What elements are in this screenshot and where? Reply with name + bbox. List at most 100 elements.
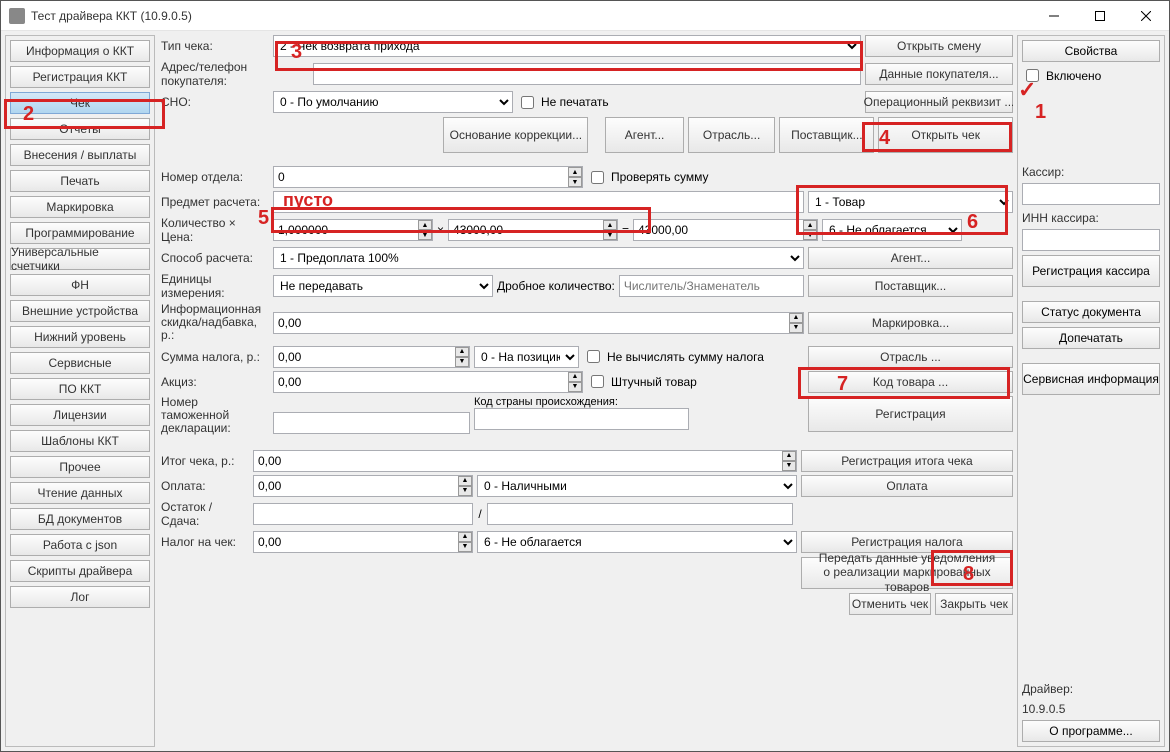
label-customs: Номер таможенной декларации:: [159, 396, 269, 436]
label-cashier-inn: ИНН кассира:: [1022, 211, 1160, 225]
nav-print[interactable]: Печать: [10, 170, 150, 192]
no-calc-tax-checkbox[interactable]: Не вычислять сумму налога: [583, 347, 764, 366]
close-check-button[interactable]: Закрыть чек: [935, 593, 1013, 615]
maximize-button[interactable]: [1077, 1, 1123, 31]
check-sum-checkbox[interactable]: Проверять сумму: [587, 168, 709, 187]
nav-marking[interactable]: Маркировка: [10, 196, 150, 218]
tax-pos-select[interactable]: 0 - На позицию: [474, 346, 579, 368]
nav-licenses[interactable]: Лицензии: [10, 404, 150, 426]
minimize-button[interactable]: [1031, 1, 1077, 31]
no-print-checkbox[interactable]: Не печатать: [517, 93, 609, 112]
cashier-input[interactable]: [1022, 183, 1160, 205]
reg-tax-button[interactable]: Регистрация налога: [801, 531, 1013, 553]
agent-button[interactable]: Агент...: [605, 117, 684, 153]
reg-total-button[interactable]: Регистрация итога чека: [801, 450, 1013, 472]
marking-button[interactable]: Маркировка...: [808, 312, 1013, 334]
driver-version: 10.9.0.5: [1022, 702, 1160, 716]
tax-sum-input[interactable]: [273, 346, 470, 368]
nav-fn[interactable]: ФН: [10, 274, 150, 296]
check-type-select[interactable]: 2 - Чек возврата прихода: [273, 35, 861, 57]
nav-info-kkt[interactable]: Информация о ККТ: [10, 40, 150, 62]
label-check-tax: Налог на чек:: [159, 535, 249, 549]
buyer-data-button[interactable]: Данные покупателя...: [865, 63, 1013, 85]
nav-log[interactable]: Лог: [10, 586, 150, 608]
buyer-addr-input[interactable]: [313, 63, 861, 85]
label-tax-sum: Сумма налога, р.:: [159, 350, 269, 364]
pay-type-select[interactable]: 0 - Наличными: [477, 475, 797, 497]
goods-code-button[interactable]: Код товара ...: [808, 371, 1013, 393]
nav-check[interactable]: Чек: [10, 92, 150, 114]
nav-low-level[interactable]: Нижний уровень: [10, 326, 150, 348]
check-tax-input[interactable]: [253, 531, 473, 553]
sno-select[interactable]: 0 - По умолчанию: [273, 91, 513, 113]
nav-other[interactable]: Прочее: [10, 456, 150, 478]
goods-type-select[interactable]: 1 - Товар: [808, 191, 1013, 213]
check-tax-type-select[interactable]: 6 - Не облагается: [477, 531, 797, 553]
doc-status-button[interactable]: Статус документа: [1022, 301, 1160, 323]
price-input[interactable]: [448, 219, 618, 241]
about-button[interactable]: О программе...: [1022, 720, 1160, 742]
nav-json[interactable]: Работа с json: [10, 534, 150, 556]
cancel-check-button[interactable]: Отменить чек: [849, 593, 931, 615]
supplier2-button[interactable]: Поставщик...: [808, 275, 1013, 297]
label-check-total: Итог чека, р.:: [159, 454, 249, 468]
payment-button[interactable]: Оплата: [801, 475, 1013, 497]
open-check-button[interactable]: Открыть чек: [878, 117, 1013, 153]
check-total-input[interactable]: [253, 450, 797, 472]
nav-reports[interactable]: Отчеты: [10, 118, 150, 140]
label-discount: Информационная скидка/надбавка, р.:: [159, 303, 269, 343]
nav-ext-devices[interactable]: Внешние устройства: [10, 300, 150, 322]
supplier-button[interactable]: Поставщик...: [779, 117, 874, 153]
label-units: Единицы измерения:: [159, 272, 269, 300]
print-more-button[interactable]: Допечатать: [1022, 327, 1160, 349]
nav-read-data[interactable]: Чтение данных: [10, 482, 150, 504]
label-sno: СНО:: [159, 95, 269, 109]
registration-button[interactable]: Регистрация: [808, 396, 1013, 432]
remainder2-input[interactable]: [487, 503, 793, 525]
fraction-input[interactable]: [619, 275, 804, 297]
country-code-input[interactable]: [474, 408, 689, 430]
customs-no-input[interactable]: [273, 412, 470, 434]
nav-service[interactable]: Сервисные: [10, 352, 150, 374]
label-calc-method: Способ расчета:: [159, 251, 269, 265]
app-icon: [9, 8, 25, 24]
nav-templates[interactable]: Шаблоны ККТ: [10, 430, 150, 452]
open-shift-button[interactable]: Открыть смену: [865, 35, 1013, 57]
remainder-input[interactable]: [253, 503, 473, 525]
quantity-input[interactable]: [273, 219, 433, 241]
window-title: Тест драйвера ККТ (10.9.0.5): [31, 9, 192, 23]
enabled-checkbox[interactable]: Включено: [1022, 66, 1160, 85]
tax-type-select[interactable]: 6 - Не облагается: [822, 219, 962, 241]
nav-deposits[interactable]: Внесения / выплаты: [10, 144, 150, 166]
nav-db-docs[interactable]: БД документов: [10, 508, 150, 530]
label-buyer-addr: Адрес/телефон покупателя:: [159, 60, 309, 88]
piece-goods-checkbox[interactable]: Штучный товар: [587, 372, 697, 391]
correction-reason-button[interactable]: Основание коррекции...: [443, 117, 588, 153]
industry-button[interactable]: Отрасль...: [688, 117, 775, 153]
cashier-inn-input[interactable]: [1022, 229, 1160, 251]
properties-button[interactable]: Свойства: [1022, 40, 1160, 62]
service-info-button[interactable]: Сервисная информация: [1022, 363, 1160, 395]
left-nav: Информация о ККТ Регистрация ККТ Чек Отч…: [5, 35, 155, 747]
discount-input[interactable]: [273, 312, 804, 334]
industry2-button[interactable]: Отрасль ...: [808, 346, 1013, 368]
send-marking-button[interactable]: Передать данные уведомления о реализации…: [801, 557, 1013, 589]
units-select[interactable]: Не передавать: [273, 275, 493, 297]
excise-input[interactable]: [273, 371, 583, 393]
op-requisite-button[interactable]: Операционный реквизит ...: [865, 91, 1013, 113]
agent2-button[interactable]: Агент...: [808, 247, 1013, 269]
label-check-type: Тип чека:: [159, 39, 269, 53]
nav-counters[interactable]: Универсальные счетчики: [10, 248, 150, 270]
close-button[interactable]: [1123, 1, 1169, 31]
nav-scripts[interactable]: Скрипты драйвера: [10, 560, 150, 582]
label-cashier: Кассир:: [1022, 165, 1160, 179]
result-input[interactable]: [633, 219, 818, 241]
calc-subject-input[interactable]: [273, 191, 804, 213]
payment-input[interactable]: [253, 475, 473, 497]
reg-cashier-button[interactable]: Регистрация кассира: [1022, 255, 1160, 287]
calc-method-select[interactable]: 1 - Предоплата 100%: [273, 247, 804, 269]
nav-po-kkt[interactable]: ПО ККТ: [10, 378, 150, 400]
nav-programming[interactable]: Программирование: [10, 222, 150, 244]
dept-no-input[interactable]: [273, 166, 583, 188]
nav-reg-kkt[interactable]: Регистрация ККТ: [10, 66, 150, 88]
